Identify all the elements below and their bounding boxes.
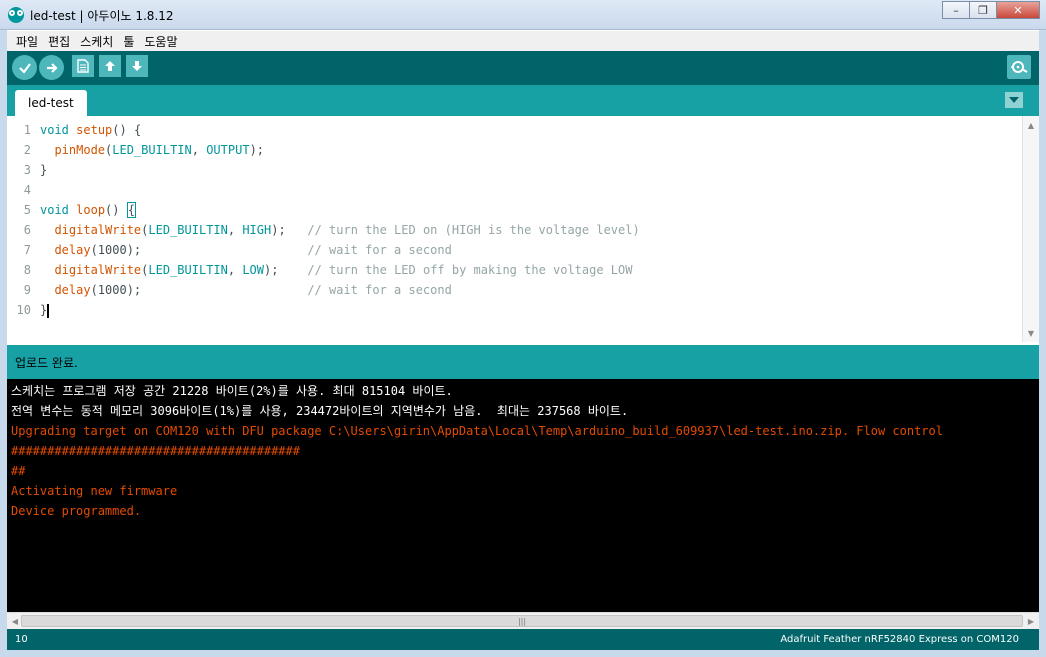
menu-edit[interactable]: 편집 (43, 33, 75, 50)
line-number: 10 (16, 303, 31, 317)
scroll-right-icon[interactable]: ▶ (1023, 613, 1039, 629)
line-number-gutter: 1 2 3 4 5 6 7 8 9 10 (7, 120, 35, 320)
line-number: 1 (23, 123, 31, 137)
menu-tools[interactable]: 툴 (118, 33, 139, 50)
upload-button[interactable] (39, 55, 64, 80)
code-line: delay(1000); // wait for a second (54, 283, 452, 297)
editor-vertical-scrollbar[interactable]: ▲ ▼ (1022, 116, 1039, 342)
current-line-number: 10 (15, 634, 28, 645)
console-horizontal-scrollbar[interactable]: ◀ ||| ▶ (7, 612, 1039, 629)
line-number: 4 (23, 183, 31, 197)
chevron-down-icon (1009, 97, 1019, 103)
console-line: ## (11, 464, 26, 478)
console-output[interactable]: 스케치는 프로그램 저장 공간 21228 바이트(2%)를 사용. 최대 81… (7, 379, 1039, 612)
menu-sketch[interactable]: 스케치 (75, 33, 118, 50)
code-line: void setup() { (40, 123, 142, 137)
tab-led-test[interactable]: led-test (15, 90, 87, 116)
verify-button[interactable] (12, 55, 37, 80)
window-frame-left (0, 30, 7, 657)
footer-bar: 10 Adafruit Feather nRF52840 Express on … (7, 629, 1039, 650)
line-number: 9 (23, 283, 31, 297)
line-number: 8 (23, 263, 31, 277)
arrow-down-icon (132, 61, 142, 71)
close-button[interactable]: ✕ (996, 1, 1040, 19)
code-line: void loop() { (40, 202, 136, 218)
arduino-logo-icon (8, 7, 24, 23)
restore-button[interactable]: ❐ (969, 1, 997, 19)
line-number: 2 (23, 143, 31, 157)
code-line: pinMode(LED_BUILTIN, OUTPUT); (54, 143, 265, 157)
console-line: Activating new firmware (11, 484, 178, 498)
code-line: digitalWrite(LED_BUILTIN, LOW); // turn … (54, 263, 633, 277)
serial-monitor-button[interactable] (1007, 55, 1031, 79)
line-number: 7 (23, 243, 31, 257)
status-bar: 업로드 완료. (7, 345, 1039, 379)
scroll-up-icon[interactable]: ▲ (1023, 118, 1039, 132)
arrow-up-icon (105, 61, 115, 71)
new-sketch-button[interactable] (72, 55, 94, 77)
console-line: 스케치는 프로그램 저장 공간 21228 바이트(2%)를 사용. 최대 81… (11, 384, 453, 398)
status-message: 업로드 완료. (15, 355, 78, 370)
window-titlebar[interactable]: led-test | 아두이노 1.8.12 – ❐ ✕ (0, 0, 1046, 30)
code-area[interactable]: void setup() { pinMode(LED_BUILTIN, OUTP… (40, 120, 1021, 320)
tab-strip: led-test (7, 85, 1039, 116)
code-line: } (40, 163, 48, 177)
window-frame-bottom (0, 650, 1046, 657)
code-line: delay(1000); // wait for a second (54, 243, 452, 257)
window-controls: – ❐ ✕ (942, 1, 1040, 19)
window-title: led-test | 아두이노 1.8.12 (30, 9, 174, 23)
console-line: Upgrading target on COM120 with DFU pack… (11, 424, 943, 438)
toolbar (7, 51, 1039, 85)
code-line: } (40, 303, 50, 318)
menu-file[interactable]: 파일 (11, 33, 43, 50)
checkmark-icon (18, 62, 31, 74)
scrollbar-thumb[interactable]: ||| (21, 615, 1023, 627)
magnifier-icon (1011, 61, 1028, 73)
line-number: 5 (23, 203, 31, 217)
window-frame-right (1039, 30, 1046, 657)
save-sketch-button[interactable] (126, 55, 148, 77)
board-port-label: Adafruit Feather nRF52840 Express on COM… (780, 634, 1019, 645)
console-line: ######################################## (11, 444, 300, 458)
tab-menu-button[interactable] (1005, 92, 1023, 108)
line-number: 3 (23, 163, 31, 177)
arrow-right-icon (46, 62, 58, 73)
line-number: 6 (23, 223, 31, 237)
menu-bar: 파일 편집 스케치 툴 도움말 (7, 31, 1039, 51)
minimize-button[interactable]: – (942, 1, 970, 19)
code-line: digitalWrite(LED_BUILTIN, HIGH); // turn… (54, 223, 640, 237)
open-sketch-button[interactable] (99, 55, 121, 77)
console-line: Device programmed. (11, 504, 142, 518)
console-line: 전역 변수는 동적 메모리 3096바이트(1%)를 사용, 234472바이트… (11, 404, 629, 418)
code-editor[interactable]: 1 2 3 4 5 6 7 8 9 10 void setup() { pinM… (7, 116, 1039, 342)
console-lines: 스케치는 프로그램 저장 공간 21228 바이트(2%)를 사용. 최대 81… (7, 381, 943, 521)
new-file-icon (77, 59, 89, 73)
scroll-down-icon[interactable]: ▼ (1023, 326, 1039, 340)
menu-help[interactable]: 도움말 (139, 33, 182, 50)
